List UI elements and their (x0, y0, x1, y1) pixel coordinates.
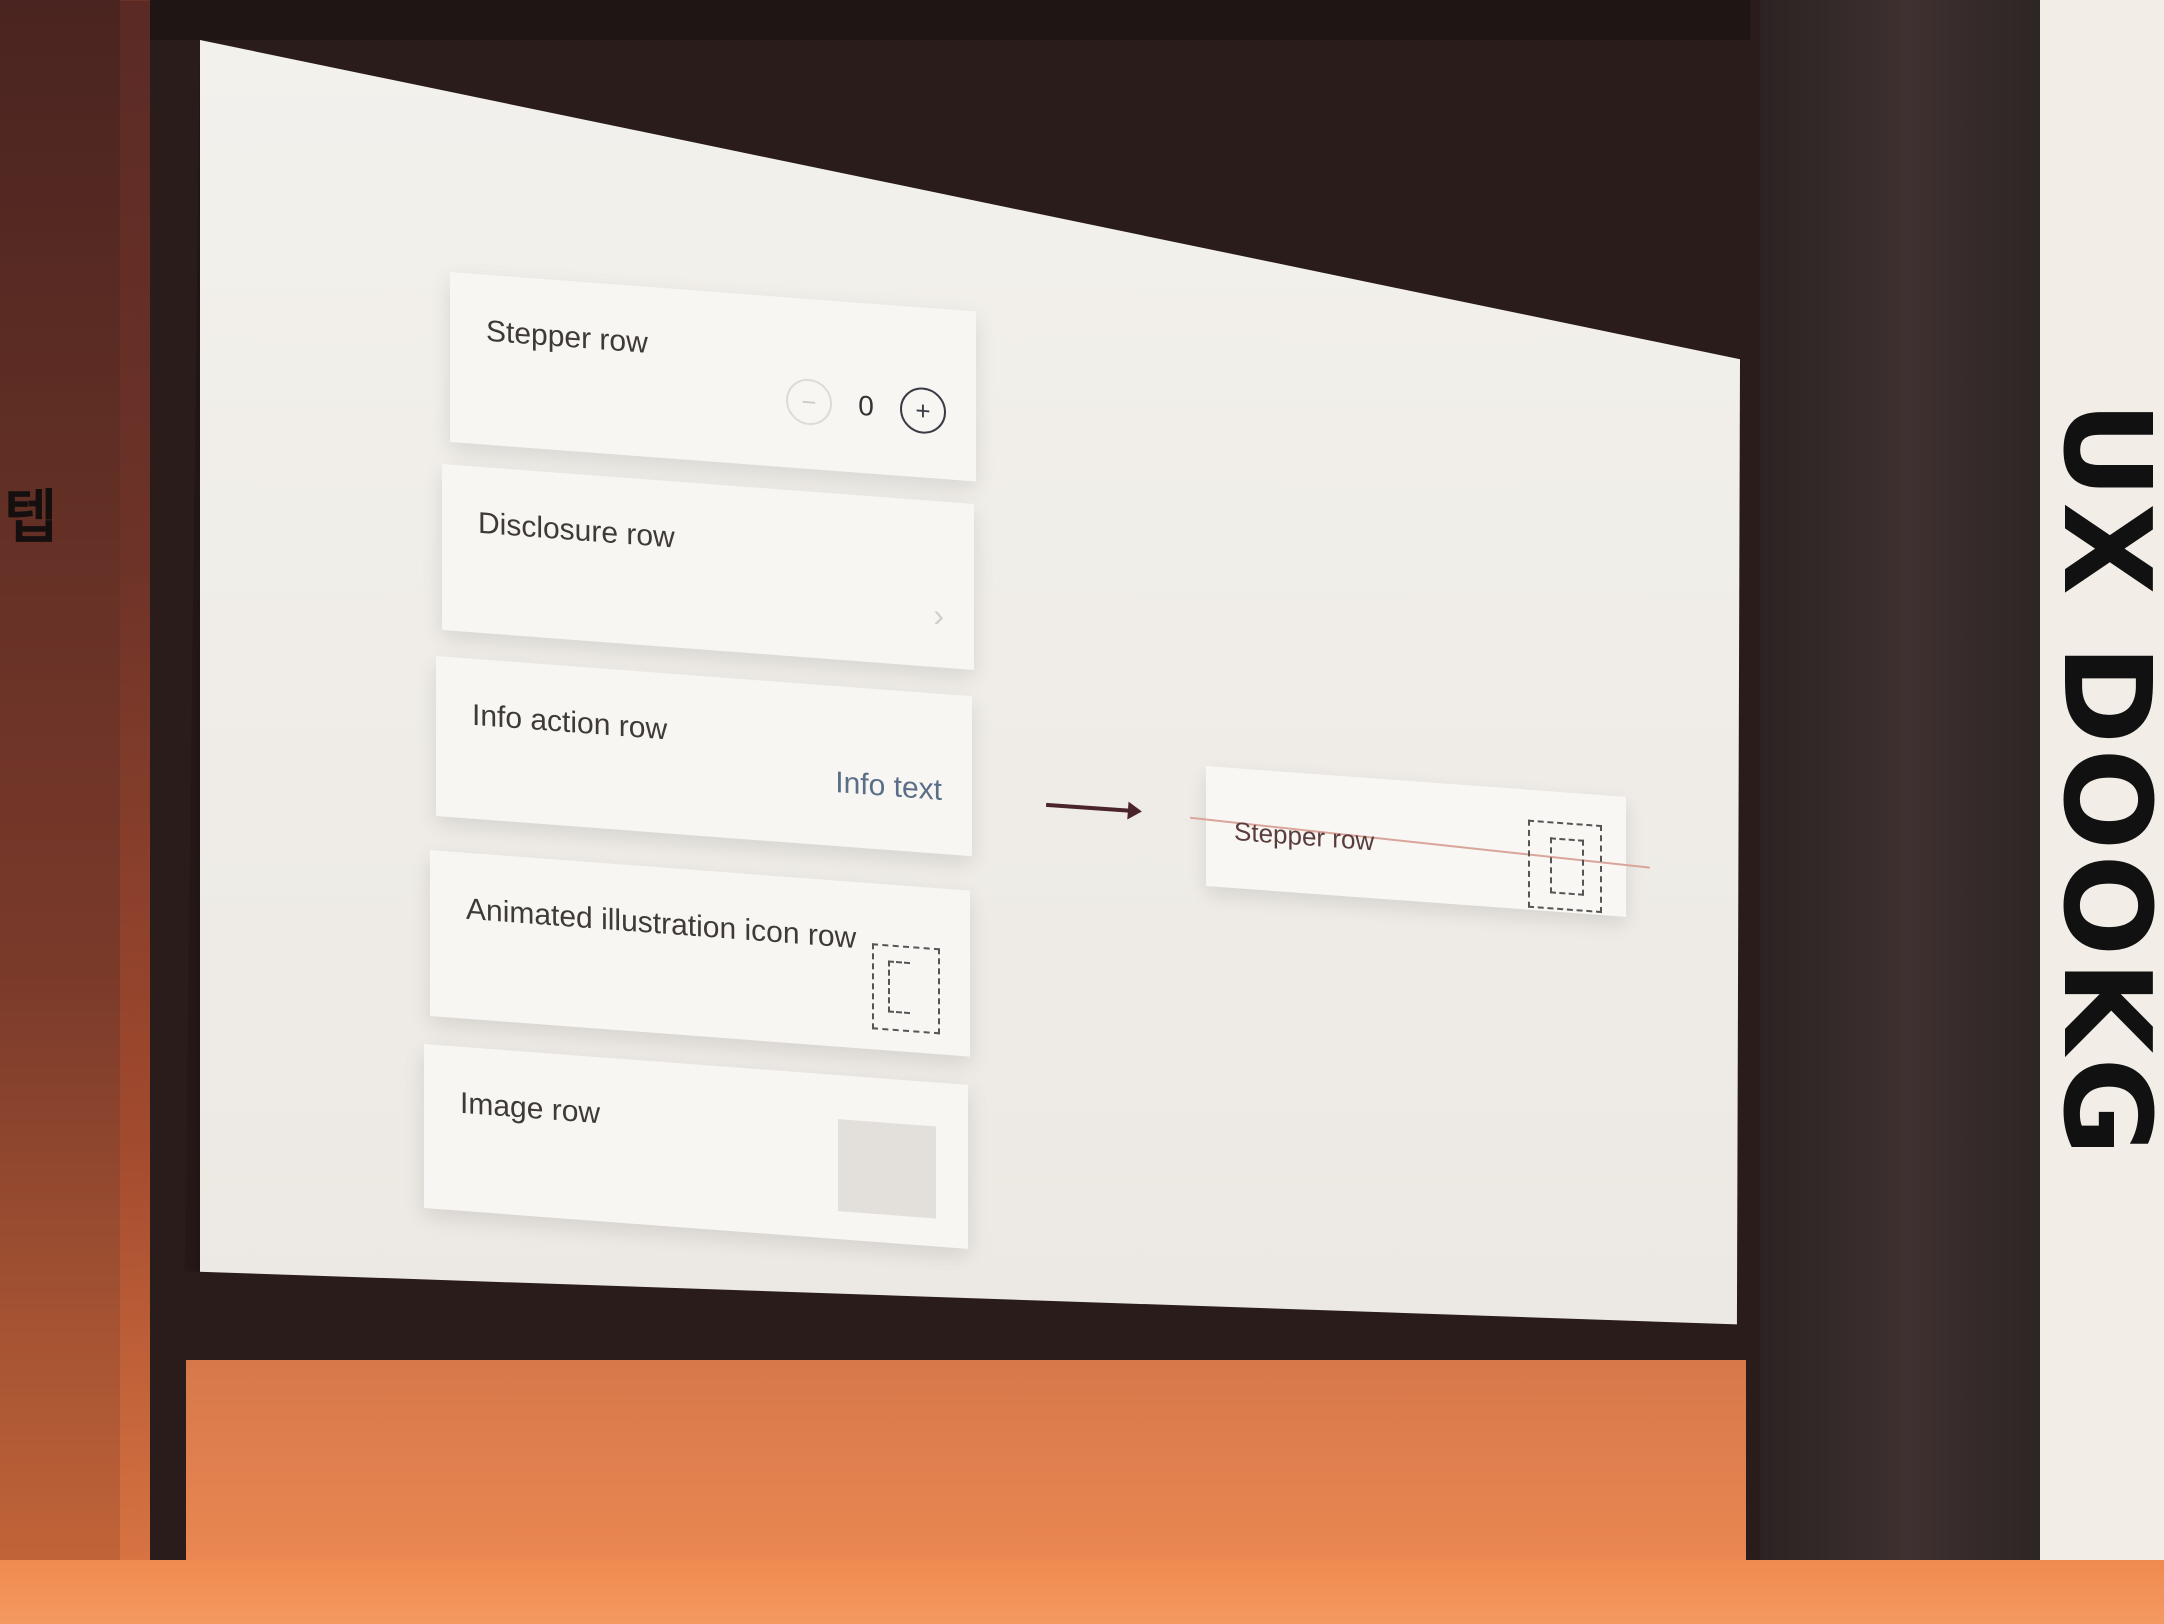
stepper-placeholder-icon (1528, 819, 1602, 914)
left-wall (0, 0, 120, 1624)
plus-button[interactable]: + (900, 385, 946, 436)
right-curtain (1760, 0, 2060, 1580)
wall-sign-text: 텝 (4, 483, 58, 551)
row-label: Image row (460, 1086, 601, 1131)
target-row-label: Stepper row (1234, 816, 1375, 857)
row-label: Info action row (472, 698, 668, 747)
row-label: Animated illustration icon row (466, 892, 857, 956)
illustration-placeholder-icon (872, 943, 940, 1035)
minus-button[interactable]: − (786, 377, 832, 427)
stepper-control: − 0 + (786, 377, 946, 436)
stepper-value: 0 (858, 389, 874, 422)
chevron-right-icon: › (933, 596, 944, 634)
info-text: Info text (835, 766, 942, 808)
image-placeholder (838, 1119, 936, 1219)
screen-lower-area (186, 1360, 1746, 1560)
stage-floor (0, 1560, 2164, 1624)
row-label: Disclosure row (478, 506, 675, 555)
row-label: Stepper row (486, 314, 648, 360)
banner-text-wrap: UX DOOKG (2036, 330, 2164, 1230)
banner-text: UX DOOKG (2035, 400, 2164, 1160)
screen-top-edge (150, 0, 1750, 40)
